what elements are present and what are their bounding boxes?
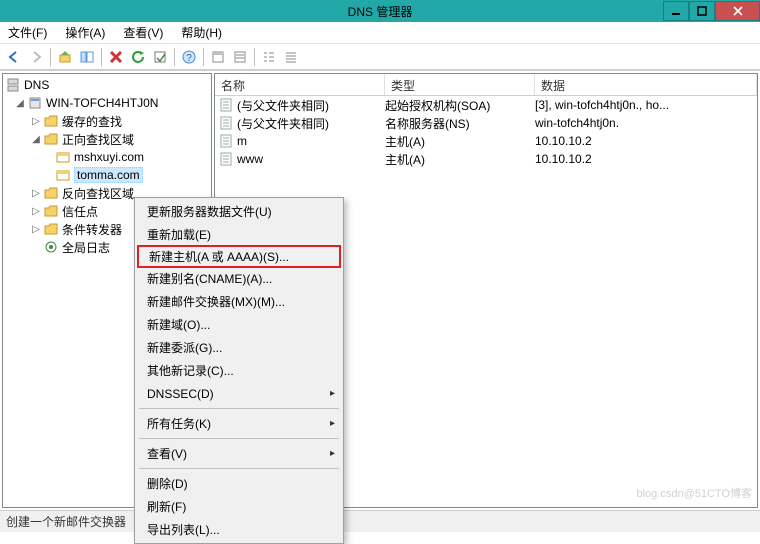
expand-icon[interactable]: ▷ [29,224,43,235]
nav-forward-button[interactable] [26,47,46,67]
cm-export-list[interactable]: 导出列表(L)... [137,518,341,541]
new-window-button[interactable] [208,47,228,67]
help-button[interactable]: ? [179,47,199,67]
record-type: 名称服务器(NS) [385,115,535,132]
tree-cond-label: 条件转发器 [62,221,122,238]
tree-fwdzone[interactable]: ◢ 正向查找区域 [3,130,211,148]
folder-icon [43,113,59,129]
menu-bar: 文件(F) 操作(A) 查看(V) 帮助(H) [0,22,760,44]
log-icon [43,239,59,255]
list-row[interactable]: (与父文件夹相同) 起始授权机构(SOA)[3], win-tofch4htj0n… [215,96,757,114]
title-bar: DNS 管理器 [0,0,760,22]
record-name: (与父文件夹相同) [237,115,329,132]
list-row[interactable]: (与父文件夹相同) 名称服务器(NS)win-tofch4htj0n. [215,114,757,132]
filter-button[interactable] [230,47,250,67]
record-type: 主机(A) [385,133,535,150]
expand-icon[interactable]: ▷ [29,206,43,217]
context-menu: 更新服务器数据文件(U) 重新加载(E) 新建主机(A 或 AAAA)(S)..… [134,197,344,544]
list-header: 名称 类型 数据 [215,74,757,96]
list-small-button[interactable] [259,47,279,67]
list-row[interactable]: www 主机(A)10.10.10.2 [215,150,757,168]
tree-global-label: 全局日志 [62,239,110,256]
window-title: DNS 管理器 [0,3,760,20]
server-icon [27,95,43,111]
tree-revzone-label: 反向查找区域 [62,185,134,202]
cm-delete[interactable]: 删除(D) [137,472,341,495]
cm-other-new[interactable]: 其他新记录(C)... [137,359,341,382]
column-type[interactable]: 类型 [385,74,535,95]
status-bar: 创建一个新邮件交换器 [0,510,760,532]
cm-separator [139,408,339,409]
record-name: m [237,134,247,148]
list-body: (与父文件夹相同) 起始授权机构(SOA)[3], win-tofch4htj0n… [215,96,757,168]
menu-action[interactable]: 操作(A) [65,24,105,41]
record-type: 起始授权机构(SOA) [385,97,535,114]
tree-fwdzone-label: 正向查找区域 [62,131,134,148]
record-name: (与父文件夹相同) [237,97,329,114]
refresh-button[interactable] [128,47,148,67]
export-button[interactable] [150,47,170,67]
record-data: 10.10.10.2 [535,134,757,148]
expand-icon[interactable]: ▷ [29,116,43,127]
dns-icon [5,77,21,93]
folder-icon [43,221,59,237]
tree-root[interactable]: DNS [3,76,211,94]
list-row[interactable]: m 主机(A)10.10.10.2 [215,132,757,150]
list-detail-button[interactable] [281,47,301,67]
record-type: 主机(A) [385,151,535,168]
column-name[interactable]: 名称 [215,74,385,95]
cm-reload[interactable]: 重新加载(E) [137,223,341,246]
cm-new-delegation[interactable]: 新建委派(G)... [137,336,341,359]
zone-icon [55,167,71,183]
tree-cached-label: 缓存的查找 [62,113,122,130]
cm-all-tasks[interactable]: 所有任务(K) [137,412,341,435]
tree-zone1-label: mshxuyi.com [74,150,144,164]
tree-server-label: WIN-TOFCH4HTJ0N [46,96,158,110]
folder-icon [43,185,59,201]
folder-open-icon [43,131,59,147]
cm-new-mx[interactable]: 新建邮件交换器(MX)(M)... [137,290,341,313]
record-name: www [237,152,263,166]
up-button[interactable] [55,47,75,67]
record-icon [219,116,233,130]
record-icon [219,98,233,112]
cm-separator [139,468,339,469]
show-hide-tree-button[interactable] [77,47,97,67]
tree-zone2-label: tomma.com [74,167,143,183]
menu-file[interactable]: 文件(F) [8,24,47,41]
folder-icon [43,203,59,219]
zone-icon [55,149,71,165]
status-text: 创建一个新邮件交换器 [6,513,126,530]
toolbar: ? [0,44,760,70]
cm-new-domain[interactable]: 新建域(O)... [137,313,341,336]
cm-refresh[interactable]: 刷新(F) [137,495,341,518]
cm-update-server[interactable]: 更新服务器数据文件(U) [137,200,341,223]
column-data[interactable]: 数据 [535,74,757,95]
menu-view[interactable]: 查看(V) [123,24,163,41]
collapse-icon[interactable]: ◢ [29,134,43,145]
cm-new-host[interactable]: 新建主机(A 或 AAAA)(S)... [137,245,341,268]
tree-zone1[interactable]: mshxuyi.com [3,148,211,166]
delete-button[interactable] [106,47,126,67]
nav-back-button[interactable] [4,47,24,67]
record-data: 10.10.10.2 [535,152,757,166]
tree-trust-label: 信任点 [62,203,98,220]
expand-icon[interactable]: ▷ [29,188,43,199]
cm-separator [139,438,339,439]
record-icon [219,152,233,166]
tree-server[interactable]: ◢ WIN-TOFCH4HTJ0N [3,94,211,112]
content-area: DNS ◢ WIN-TOFCH4HTJ0N ▷ 缓存的查找 ◢ 正向查找区域 m… [0,70,760,510]
cm-new-cname[interactable]: 新建别名(CNAME)(A)... [137,267,341,290]
svg-text:?: ? [186,53,192,64]
record-data: win-tofch4htj0n. [535,116,757,130]
menu-help[interactable]: 帮助(H) [181,24,222,41]
tree-zone2[interactable]: tomma.com [3,166,211,184]
tree-cached[interactable]: ▷ 缓存的查找 [3,112,211,130]
record-icon [219,134,233,148]
tree-root-label: DNS [24,78,49,92]
cm-dnssec[interactable]: DNSSEC(D) [137,382,341,405]
collapse-icon[interactable]: ◢ [13,98,27,109]
cm-view[interactable]: 查看(V) [137,442,341,465]
record-data: [3], win-tofch4htj0n., ho... [535,98,757,112]
